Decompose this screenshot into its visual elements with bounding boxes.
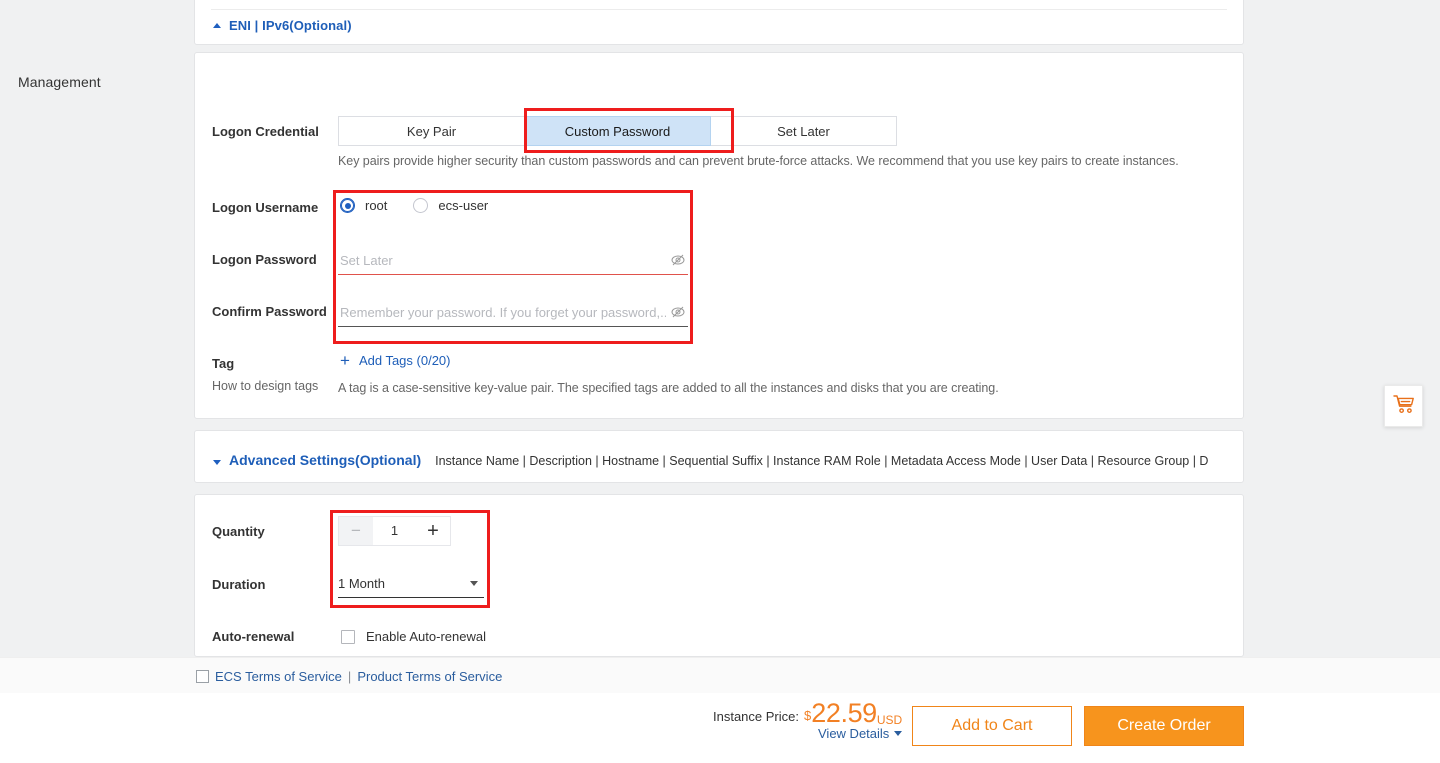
auto-renewal-checkbox[interactable] xyxy=(341,629,355,644)
ecs-purchase-page: ENI | IPv6(Optional) Management Logon Cr… xyxy=(0,0,1440,763)
management-section-title: Management xyxy=(18,74,101,90)
auto-renewal-checkbox-label[interactable]: Enable Auto-renewal xyxy=(366,629,486,644)
view-details-label[interactable]: View Details xyxy=(818,726,889,741)
duration-value: 1 Month xyxy=(338,576,385,591)
logon-username-label: Logon Username xyxy=(212,200,319,215)
auto-renewal-checkbox-row[interactable]: Enable Auto-renewal xyxy=(341,629,486,644)
ecs-terms-link[interactable]: ECS Terms of Service xyxy=(215,669,342,684)
eni-link-label[interactable]: ENI | IPv6(Optional) xyxy=(229,18,352,33)
plus-icon: + xyxy=(340,350,350,370)
auto-renewal-label: Auto-renewal xyxy=(212,629,295,644)
terms-separator: | xyxy=(347,669,352,684)
add-to-cart-button[interactable]: Add to Cart xyxy=(912,706,1072,746)
price-amount-wrapper: $ 22.59 USD xyxy=(804,698,903,728)
logon-credential-hint: Key pairs provide higher security than c… xyxy=(338,154,1179,168)
eni-panel: ENI | IPv6(Optional) xyxy=(194,0,1244,45)
create-order-button[interactable]: Create Order xyxy=(1084,706,1244,746)
terms-inner: ECS Terms of Service | Product Terms of … xyxy=(196,669,502,684)
radio-root-label[interactable]: root xyxy=(365,198,387,213)
logon-password-input[interactable] xyxy=(338,245,688,275)
eye-slash-icon[interactable] xyxy=(670,304,686,320)
logon-credential-segmented-control[interactable]: Key Pair Custom Password Set Later xyxy=(338,116,897,146)
how-to-design-tags-label: How to design tags xyxy=(212,379,319,393)
radio-root[interactable] xyxy=(340,198,355,213)
radio-ecs-user-label[interactable]: ecs-user xyxy=(438,198,488,213)
confirm-password-underline xyxy=(338,326,688,327)
quantity-stepper[interactable]: − 1 + xyxy=(338,516,451,546)
duration-select[interactable]: 1 Month xyxy=(338,570,484,598)
terms-checkbox[interactable] xyxy=(196,670,209,683)
triangle-down-icon xyxy=(213,460,221,465)
price-currency: USD xyxy=(876,713,903,727)
segment-custom-password[interactable]: Custom Password xyxy=(524,116,711,146)
currency-symbol: $ xyxy=(804,708,812,723)
plus-icon[interactable]: + xyxy=(416,517,450,545)
minus-icon[interactable]: − xyxy=(339,517,373,545)
price-block: Instance Price: $ 22.59 USD xyxy=(713,698,903,728)
quantity-label: Quantity xyxy=(212,524,265,539)
logon-password-field[interactable] xyxy=(338,245,688,275)
floating-cart-button[interactable] xyxy=(1384,385,1423,427)
eye-slash-icon[interactable] xyxy=(670,252,686,268)
confirm-password-label: Confirm Password xyxy=(212,304,327,319)
advanced-settings-row[interactable]: Advanced Settings(Optional) Instance Nam… xyxy=(213,452,1208,468)
quantity-value[interactable]: 1 xyxy=(373,517,416,545)
eni-toggle-row[interactable]: ENI | IPv6(Optional) xyxy=(213,18,352,33)
confirm-password-input[interactable] xyxy=(338,297,688,327)
add-tags-label[interactable]: Add Tags (0/20) xyxy=(359,353,451,368)
tag-description: A tag is a case-sensitive key-value pair… xyxy=(338,381,999,395)
segment-key-pair[interactable]: Key Pair xyxy=(338,116,525,146)
view-details-button[interactable]: View Details xyxy=(818,726,903,741)
terms-bar: ECS Terms of Service | Product Terms of … xyxy=(0,657,1440,693)
logon-credential-label: Logon Credential xyxy=(212,124,319,139)
instance-price-label: Instance Price: xyxy=(713,709,799,724)
tag-label: Tag xyxy=(212,356,235,371)
add-tags-button[interactable]: + Add Tags (0/20) xyxy=(340,350,451,370)
chevron-down-icon xyxy=(894,731,903,736)
chevron-down-icon xyxy=(470,581,478,586)
advanced-settings-panel: Advanced Settings(Optional) Instance Nam… xyxy=(194,430,1244,483)
panel-divider xyxy=(211,9,1227,10)
advanced-settings-subtitle: Instance Name | Description | Hostname |… xyxy=(435,454,1209,468)
logon-password-label: Logon Password xyxy=(212,252,317,267)
price-amount: 22.59 xyxy=(811,698,877,728)
triangle-up-icon xyxy=(213,23,221,28)
radio-ecs-user[interactable] xyxy=(413,198,429,213)
logon-username-radio-group[interactable]: root ecs-user xyxy=(340,198,504,213)
segment-set-later[interactable]: Set Later xyxy=(710,116,897,146)
logon-password-underline xyxy=(338,274,688,275)
advanced-settings-title[interactable]: Advanced Settings(Optional) xyxy=(229,452,421,468)
confirm-password-field[interactable] xyxy=(338,297,688,327)
duration-label: Duration xyxy=(212,577,266,592)
product-terms-link[interactable]: Product Terms of Service xyxy=(357,669,502,684)
shopping-cart-icon xyxy=(1392,394,1415,419)
